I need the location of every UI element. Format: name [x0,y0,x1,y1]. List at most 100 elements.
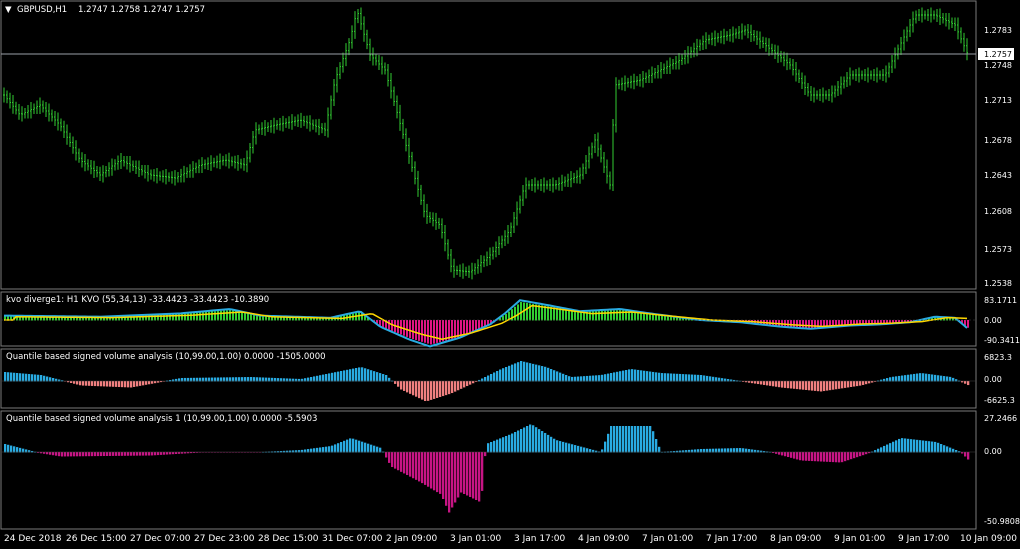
qsva1-bar [511,364,514,382]
qsva2-bar [364,442,367,453]
qsva1-bar [694,374,697,382]
qsva1-bar [439,381,442,398]
qsva1-bar [4,372,7,382]
qsva2-bar [283,450,286,453]
qsva2-bar [175,452,178,454]
kvo-bar [520,302,522,321]
qsva2-bar [169,452,172,455]
qsva2-bar [853,452,856,459]
qsva1-bar [451,381,454,394]
qsva2-bar [472,452,475,499]
time-tick: 4 Jan 09:00 [578,534,630,544]
qsva2-bar [358,440,361,453]
symbol-dropdown-icon[interactable]: ▼ [5,5,12,15]
qsva1-bar [940,375,943,382]
qsva1-bar [616,371,619,382]
qsva2-bar [928,441,931,453]
kvo-bar [226,310,228,321]
qsva2-bar [100,452,103,457]
qsva1-bar [460,381,463,389]
qsva1-bar [118,381,121,388]
qsva1-bar [643,370,646,382]
time-tick: 3 Jan 01:00 [450,534,502,544]
qsva2-bar [583,447,586,453]
qsva2-bar [904,438,907,453]
qsva2-bar [463,452,466,494]
kvo-bar [571,310,573,321]
qsva2-bar [385,452,388,458]
qsva2-bar [115,452,118,456]
qsva1-bar [709,376,712,382]
qsva1-bar [325,374,328,382]
qsva1-bar [394,381,397,384]
qsva1-bar [472,381,475,384]
kvo-bar [229,310,231,321]
qsva1-bar [898,375,901,382]
price-tick: 1.2608 [984,207,1012,216]
kvo-bar [466,320,468,335]
qsva2-bar [346,439,349,453]
qsva2-bar [964,452,967,457]
qsva2-bar [946,446,949,453]
qsva2-bar [643,426,646,453]
qsva1-bar [514,363,517,382]
qsva2-bar [805,452,808,461]
qsva1-bar [493,372,496,382]
kvo-bar [784,320,786,327]
qsva2-bar [541,431,544,453]
qsva2-bar [448,452,451,513]
kvo-bar [451,320,453,339]
qsva2-bar [13,446,16,453]
qsva1-bar [148,381,151,385]
qsva1-bar [100,381,103,387]
qsva1-bar [937,375,940,382]
qsva1-bar [811,381,814,391]
qsva1-bar [376,372,379,382]
qsva2-bar [148,452,151,456]
qsva1-bar [133,381,136,387]
qsva2-pane[interactable] [0,410,977,530]
price-tick: 1.2643 [984,171,1012,180]
qsva2-bar [817,452,820,462]
kvo-bar [412,320,414,340]
qsva1-bar [478,379,481,382]
time-tick: 28 Dec 15:00 [258,534,319,544]
qsva2-bar [49,452,52,455]
qsva1-bar [586,375,589,382]
kvo-bar [574,310,576,321]
qsva2-bar [61,452,64,457]
kvo-bar [217,311,219,321]
qsva1-bar [631,369,634,382]
qsva1-bar [772,381,775,387]
time-axis[interactable]: 24 Dec 2018 26 Dec 15:00 27 Dec 07:00 27… [4,534,1017,544]
qsva2-bar [535,427,538,453]
qsva2-bar [502,437,505,453]
qsva1-bar [697,374,700,382]
qsva1-bar [343,370,346,382]
qsva2-bar [886,444,889,453]
qsva2-bar [469,452,472,497]
qsva1-bar [448,381,451,395]
kvo-bar [655,314,657,321]
qsva2-bar [913,439,916,453]
kvo-bar [598,311,600,321]
qsva1-bar [688,374,691,382]
kvo-tick-zero: 0.00 [984,316,1002,325]
qsva2-bar [901,438,904,453]
qsva2-bar [493,440,496,453]
kvo-bar [805,320,807,329]
qsva1-bar [349,369,352,382]
qsva2-bar [442,452,445,499]
kvo-bar [430,320,432,345]
qsva2-tick-max: 27.2466 [984,414,1017,423]
price-scale[interactable]: 1.2783 1.2748 1.2713 1.2678 1.2643 1.260… [984,26,1012,288]
qsva1-bar [817,381,820,392]
kvo-bar [421,320,423,342]
qsva1-bar [379,373,382,382]
qsva2-bar [808,452,811,461]
qsva1-bar [364,368,367,382]
qsva1-bar [442,381,445,397]
kvo-bar [550,306,552,321]
main-pane[interactable] [0,0,977,290]
kvo-bar [799,320,801,328]
